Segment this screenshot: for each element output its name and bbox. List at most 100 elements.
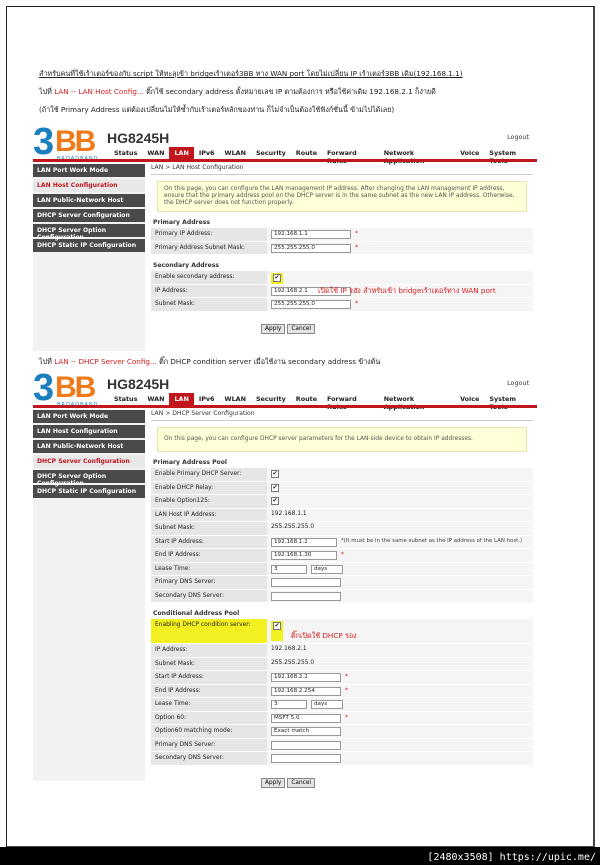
cancel-button[interactable]: Cancel	[287, 323, 316, 334]
field-label: Subnet Mask:	[151, 657, 267, 670]
start-ip-input[interactable]: 192.168.1.2	[271, 537, 337, 547]
sidebar-item-lan-public-network-host[interactable]: LAN Public-Network Host	[33, 440, 145, 453]
nav-ipv6[interactable]: IPv6	[194, 147, 220, 159]
sidebar-item-lan-host-configuration[interactable]: LAN Host Configuration	[33, 425, 145, 438]
nav-forward-rules[interactable]: Forward Rules	[322, 147, 379, 165]
field-label: Subnet Mask:	[151, 298, 267, 311]
lease-time-input[interactable]: 3	[271, 564, 307, 574]
info-box: On this page, you can configure DHCP ser…	[157, 427, 527, 452]
sidebar-item-lan-public-network-host[interactable]: LAN Public-Network Host	[33, 194, 145, 207]
menu-path-link: LAN -- DHCP Server Config...	[54, 357, 157, 366]
nav-lan[interactable]: LAN	[169, 147, 194, 159]
nav-lan[interactable]: LAN	[169, 393, 194, 405]
section-title-secondary-address: Secondary Address	[153, 262, 220, 269]
form-row: Start IP Address: 192.168.2.2 *	[151, 671, 533, 685]
nav-wan[interactable]: WAN	[142, 393, 169, 405]
form-row: Primary IP Address: 192.168.1.1 *	[151, 228, 533, 242]
sidebar-item-dhcp-server-configuration[interactable]: DHCP Server Configuration	[33, 455, 145, 468]
sidebar-item-lan-port-work-mode[interactable]: LAN Port Work Mode	[33, 410, 145, 423]
start-ip-note: *(It must be in the same subnet as the I…	[341, 537, 523, 544]
sidebar-item-dhcp-server-option-configuration[interactable]: DHCP Server Option Configuration	[33, 470, 145, 487]
field-label: LAN Host IP Address:	[151, 508, 267, 521]
lease-unit-select[interactable]: days	[311, 564, 343, 574]
cond-primary-dns-input[interactable]	[271, 740, 341, 750]
cond-secondary-dns-input[interactable]	[271, 754, 341, 763]
primary-ip-input[interactable]: 192.168.1.1	[271, 230, 351, 239]
field-label: Enable DHCP Relay:	[151, 481, 267, 494]
nav-network-application[interactable]: Network Application	[379, 147, 455, 165]
cond-start-ip-input[interactable]: 192.168.2.2	[271, 673, 341, 682]
apply-button[interactable]: Apply	[261, 777, 286, 788]
field-label: Enable secondary address:	[151, 271, 267, 284]
field-label: Enabling DHCP condition server:	[151, 619, 267, 643]
form-row: Lease Time: 3 days	[151, 698, 533, 712]
instruction-text: ติ๊ก DHCP condition server เมื่อใช้งาน s…	[159, 357, 381, 366]
primary-dns-input[interactable]	[271, 578, 341, 587]
nav-network-application[interactable]: Network Application	[379, 393, 455, 411]
section-title-primary-address: Primary Address	[153, 219, 210, 226]
router-model: HG8245H	[107, 130, 170, 146]
option60-mode-select[interactable]: Exact match	[271, 727, 341, 736]
nav-wan[interactable]: WAN	[142, 147, 169, 159]
field-label: End IP Address:	[151, 549, 267, 562]
brand-logo-digit: 3	[33, 121, 54, 163]
enable-primary-dhcp-checkbox[interactable]: ✔	[271, 470, 279, 478]
form-row: Option60 matching mode: Exact match	[151, 725, 533, 739]
form-row: Primary DNS Server:	[151, 738, 533, 752]
secondary-dns-input[interactable]	[271, 591, 341, 601]
sidebar-item-dhcp-server-option-configuration[interactable]: DHCP Server Option Configuration	[33, 224, 145, 241]
nav-forward-rules[interactable]: Forward Rules	[322, 393, 379, 411]
enable-option125-checkbox[interactable]: ✔	[271, 497, 279, 505]
nav-wlan[interactable]: WLAN	[220, 147, 251, 159]
sidebar: LAN Port Work Mode LAN Host Configuratio…	[33, 164, 145, 351]
end-ip-input[interactable]: 192.168.1.30	[271, 551, 337, 560]
nav-voice[interactable]: Voice	[455, 147, 484, 159]
top-nav: Status WAN LAN IPv6 WLAN Security Route …	[109, 147, 537, 165]
sidebar-item-lan-port-work-mode[interactable]: LAN Port Work Mode	[33, 164, 145, 177]
info-box: On this page, you can configure the LAN …	[157, 181, 527, 212]
apply-button[interactable]: Apply	[261, 323, 286, 334]
top-nav: Status WAN LAN IPv6 WLAN Security Route …	[109, 393, 537, 411]
nav-route[interactable]: Route	[291, 147, 322, 159]
nav-status[interactable]: Status	[109, 147, 142, 159]
nav-security[interactable]: Security	[251, 393, 291, 405]
sidebar-item-lan-host-configuration[interactable]: LAN Host Configuration	[33, 179, 145, 192]
required-mark: *	[341, 551, 344, 558]
sidebar-item-dhcp-server-configuration[interactable]: DHCP Server Configuration	[33, 209, 145, 222]
brand-logo-digit: 3	[33, 367, 54, 409]
field-label: Secondary DNS Server:	[151, 752, 267, 765]
cond-lease-unit-select[interactable]: days	[311, 700, 343, 709]
router-header: 3 BB BROADBAND HG8245H Logout Status WAN…	[33, 367, 537, 411]
nav-system-tools[interactable]: System Tools	[484, 393, 537, 411]
option60-input[interactable]: MSFT 5.0	[271, 713, 341, 723]
field-label: Lease Time:	[151, 562, 267, 575]
form-row: Secondary DNS Server:	[151, 752, 533, 766]
nav-system-tools[interactable]: System Tools	[484, 147, 537, 165]
instruction-prefix: ไปที่	[39, 87, 52, 96]
secondary-mask-input[interactable]: 255.255.255.0	[271, 300, 351, 309]
form-row: Subnet Mask: 255.255.255.0	[151, 522, 533, 536]
enable-secondary-checkbox[interactable]: ✔	[273, 274, 281, 282]
logout-link[interactable]: Logout	[507, 379, 529, 387]
cond-end-ip-input[interactable]: 192.168.2.254	[271, 686, 341, 696]
required-mark: *	[355, 300, 358, 307]
field-label: Start IP Address:	[151, 535, 267, 548]
cancel-button[interactable]: Cancel	[287, 777, 316, 788]
primary-mask-input[interactable]: 255.255.255.0	[271, 243, 351, 253]
nav-status[interactable]: Status	[109, 393, 142, 405]
section-title-primary-pool: Primary Address Pool	[153, 459, 228, 466]
enable-condition-server-checkbox[interactable]: ✔	[273, 622, 281, 630]
logout-link[interactable]: Logout	[507, 133, 529, 141]
required-mark: *	[355, 243, 358, 251]
cond-lease-input[interactable]: 3	[271, 700, 307, 709]
nav-wlan[interactable]: WLAN	[220, 393, 251, 405]
enable-dhcp-relay-checkbox[interactable]: ✔	[271, 483, 279, 492]
nav-ipv6[interactable]: IPv6	[194, 393, 220, 405]
required-mark: *	[355, 230, 358, 237]
sidebar: LAN Port Work Mode LAN Host Configuratio…	[33, 410, 145, 781]
form-row: Subnet Mask: 255.255.255.0	[151, 657, 533, 671]
nav-route[interactable]: Route	[291, 393, 322, 405]
nav-security[interactable]: Security	[251, 147, 291, 159]
nav-voice[interactable]: Voice	[455, 393, 484, 405]
router-header: 3 BB BROADBAND HG8245H Logout Status WAN…	[33, 121, 537, 165]
